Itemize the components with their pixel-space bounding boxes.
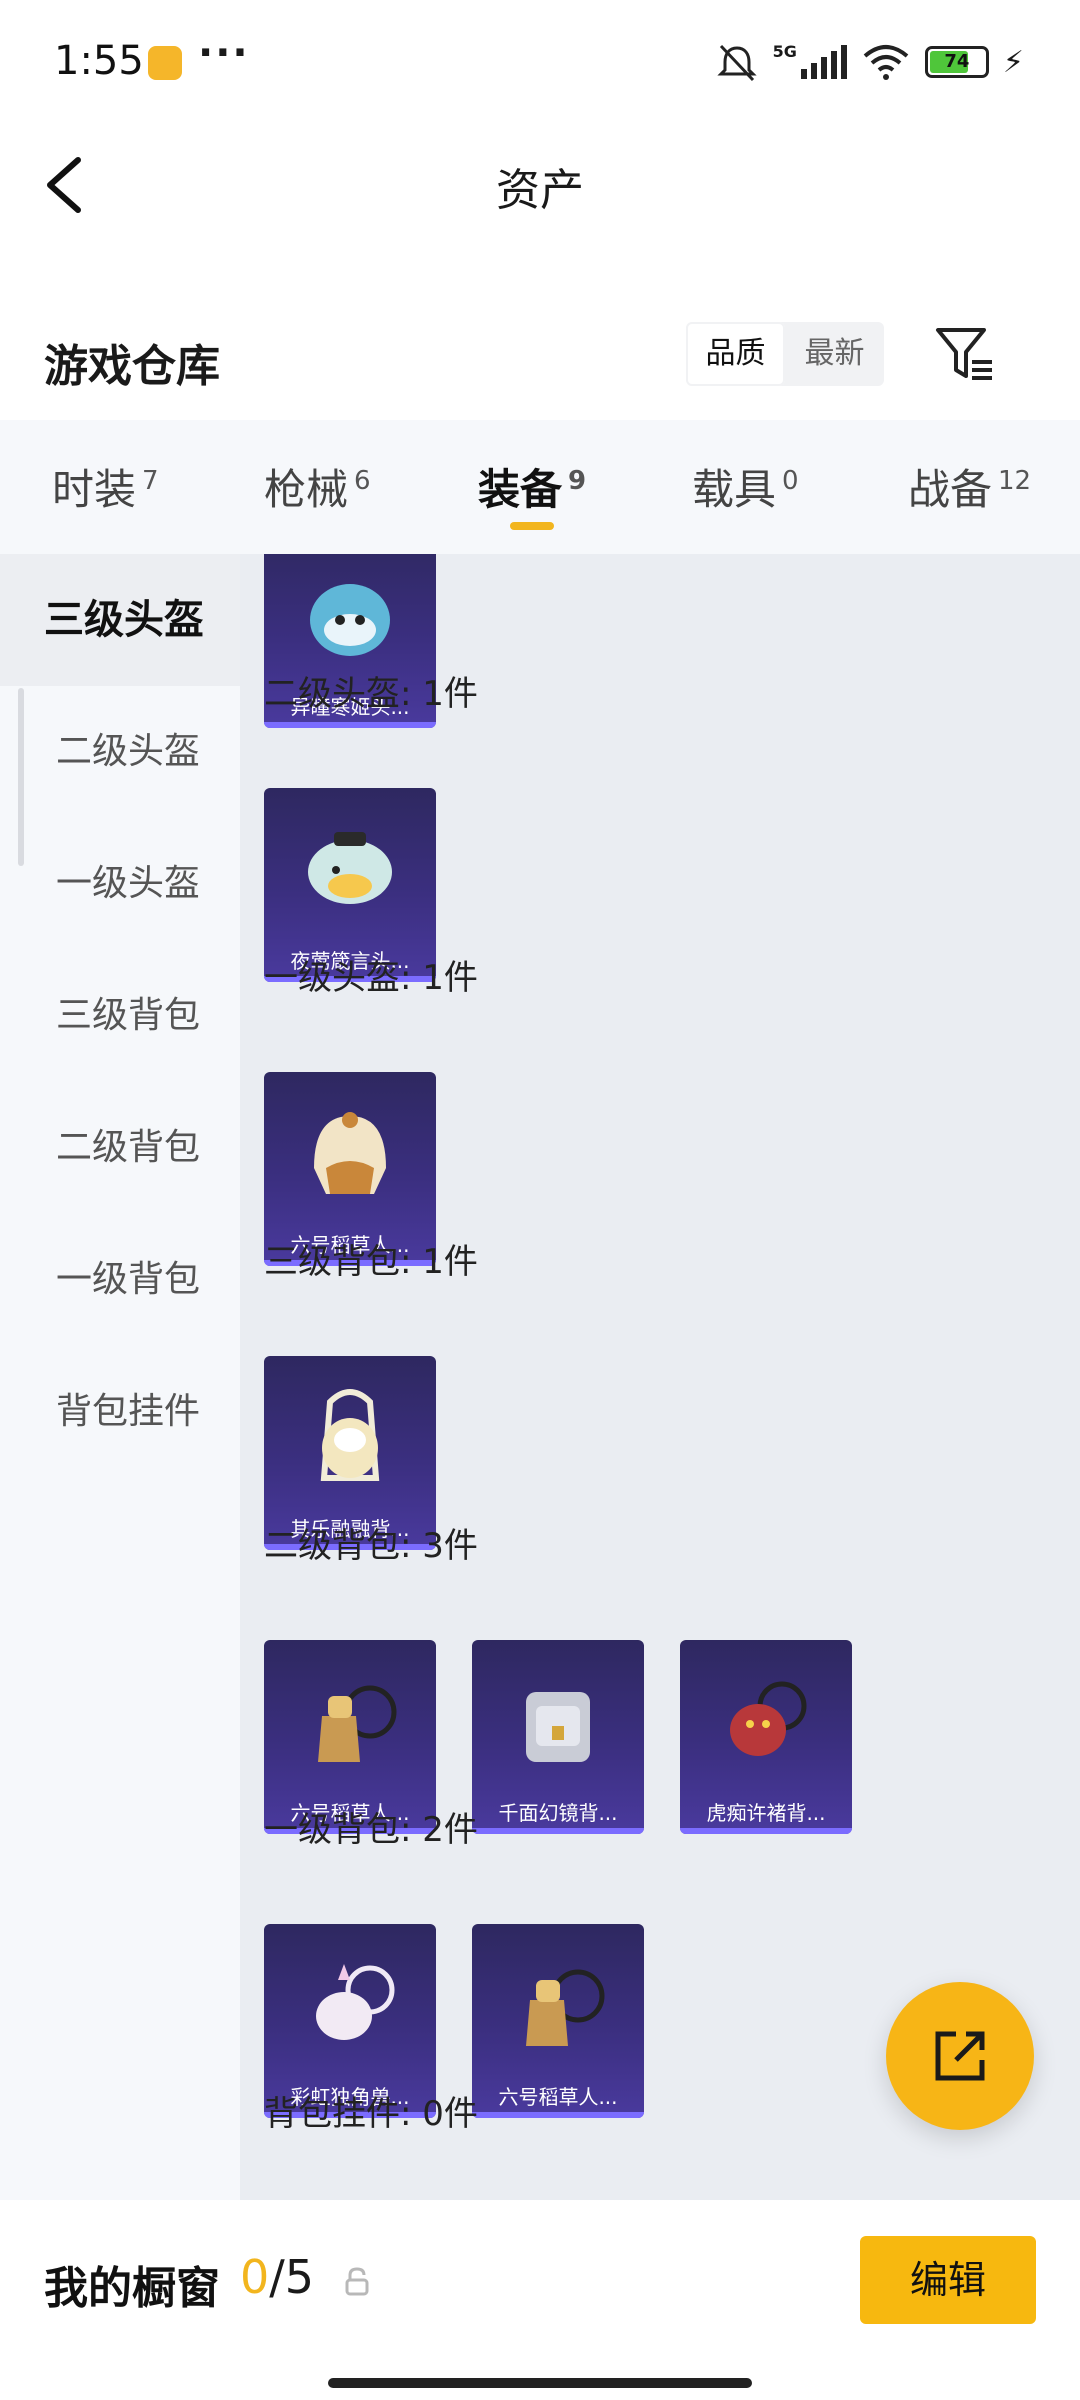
showcase-count: 0/5 [240,2250,314,2304]
network-type: 5G [772,41,797,61]
sidebar-item-backpack-2[interactable]: 二级背包 [0,1082,240,1214]
item-list[interactable]: 异瞳寒姬头... 二级头盔: 1件 夜莺箴言头... 一级头盔: 1件 六号稻草… [240,554,1080,2200]
backpack-icon [526,1692,590,1762]
category-tabs: 时装 7 枪械 6 装备 9 载具 0 战备 12 [0,420,1080,554]
warehouse-header: 游戏仓库 [0,300,1080,420]
showcase-count-total: /5 [269,2250,315,2304]
warehouse-title: 游戏仓库 [44,341,220,392]
share-button[interactable] [886,1982,1034,2130]
tab-label: 战备 [908,465,993,514]
sidebar-item-backpack-charm[interactable]: 背包挂件 [0,1346,240,1478]
tab-label: 装备 [478,465,563,514]
wifi-icon [863,45,909,80]
item-name: 虎痴许褚背... [706,1801,826,1825]
sort-quality-button[interactable]: 品质 [686,322,785,386]
tab-vehicles[interactable]: 载具 0 [692,456,799,517]
category-sidebar: 三级头盔 二级头盔 一级头盔 三级背包 二级背包 一级背包 背包挂件 [0,554,240,2200]
item-card[interactable]: 虎痴许褚背... [680,1640,852,1834]
lock-icon [345,2267,369,2296]
sidebar-scrollbar[interactable] [18,688,24,866]
backpack-icon [318,1685,397,1762]
sidebar-item-backpack-1[interactable]: 一级背包 [0,1214,240,1346]
showcase-bar: 我的橱窗 0/5 编辑 [0,2200,1080,2400]
tab-count: 0 [782,466,799,496]
group-label: 背包挂件: 0件 [264,2094,478,2134]
item-card[interactable]: 六号稻草人... [472,1924,644,2118]
group-label: 二级背包: 3件 [264,1526,478,1566]
tab-count: 7 [142,466,159,496]
mute-icon [717,44,757,82]
item-name: 千面幻镜背... [498,1801,618,1825]
tab-count: 12 [998,466,1032,496]
item-card[interactable]: 千面幻镜背... [472,1640,644,1834]
item-name: 六号稻草人... [498,2085,618,2109]
status-time: 1:55 [54,38,144,84]
top-nav: 资产 [0,130,1080,240]
battery-level: 74 [944,51,970,72]
showcase-title: 我的橱窗 [44,2263,220,2314]
backpack-icon [730,1681,807,1756]
battery-icon: 74 [924,46,989,78]
tab-equipment[interactable]: 装备 9 [478,456,586,517]
filter-icon[interactable] [932,322,998,388]
active-tab-indicator [510,522,554,530]
status-bar: 1:55 ··· 5G 74 ⚡ [0,0,1080,130]
tab-fashion[interactable]: 时装 7 [52,456,159,517]
home-indicator[interactable] [328,2378,752,2388]
sidebar-item-helmet-3[interactable]: 三级头盔 [0,554,240,686]
tab-count: 6 [354,466,371,496]
notification-app-icon [148,46,182,80]
sidebar-item-backpack-3[interactable]: 三级背包 [0,950,240,1082]
showcase-count-current: 0 [240,2250,270,2304]
group-label: 三级背包: 1件 [264,1242,478,1282]
share-icon [935,2031,985,2081]
sidebar-item-helmet-2[interactable]: 二级头盔 [0,686,240,818]
tab-label: 时装 [52,465,137,514]
more-notifications-icon: ··· [198,30,250,76]
backpack-icon [320,1389,380,1481]
page-title: 资产 [496,165,584,216]
tab-combat-gear[interactable]: 战备 12 [908,456,1031,517]
tab-label: 载具 [692,465,777,514]
helmet-icon [308,832,392,904]
sort-newest-button[interactable]: 最新 [785,322,884,386]
signal-icon [800,45,847,79]
backpack-icon [316,1964,395,2040]
helmet-icon [314,1112,386,1194]
system-icons: 5G 74 ⚡ [715,40,1024,84]
helmet-icon [310,584,390,656]
backpack-icon [526,1969,605,2046]
charging-icon: ⚡ [1002,44,1024,80]
tab-guns[interactable]: 枪械 6 [264,456,371,517]
group-label: 一级背包: 2件 [264,1810,478,1850]
group-label: 一级头盔: 1件 [264,958,478,998]
tab-label: 枪械 [264,465,349,514]
edit-button[interactable]: 编辑 [860,2236,1036,2324]
group-label: 二级头盔: 1件 [264,674,478,714]
tab-count: 9 [568,466,587,496]
sidebar-item-helmet-1[interactable]: 一级头盔 [0,818,240,950]
sort-toggle: 品质 最新 [686,322,884,386]
